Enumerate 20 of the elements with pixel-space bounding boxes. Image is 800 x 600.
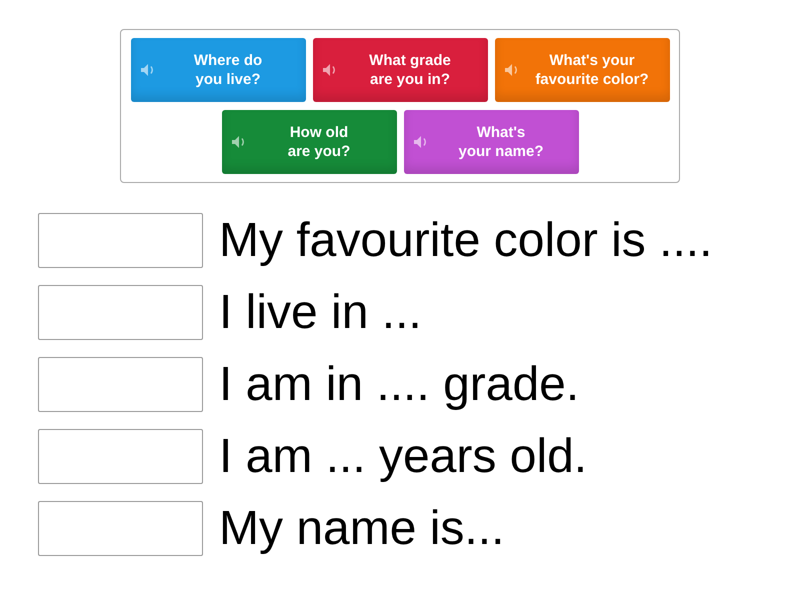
sentence-text: I am ... years old. xyxy=(219,429,588,484)
answer-box[interactable] xyxy=(38,213,203,268)
question-tile[interactable]: Where do you live? xyxy=(130,38,306,102)
answer-box[interactable] xyxy=(38,357,203,412)
answer-box[interactable] xyxy=(38,501,203,556)
question-tile[interactable]: What's your name? xyxy=(404,110,578,174)
speaker-icon[interactable] xyxy=(322,64,336,76)
sentence-text: I am in .... grade. xyxy=(219,357,580,412)
speaker-icon[interactable] xyxy=(504,64,518,76)
question-tile[interactable]: How old are you? xyxy=(222,110,396,174)
answer-box[interactable] xyxy=(38,285,203,340)
speaker-icon[interactable] xyxy=(232,136,246,148)
sentence-text: My name is... xyxy=(219,501,504,556)
question-tile[interactable]: What's your favourite color? xyxy=(494,38,670,102)
question-tile[interactable]: What grade are you in? xyxy=(312,38,488,102)
sentence-text: I live in ... xyxy=(219,285,422,340)
sentence-text: My favourite color is .... xyxy=(219,213,712,268)
speaker-icon[interactable] xyxy=(140,64,154,76)
answer-box[interactable] xyxy=(38,429,203,484)
speaker-icon[interactable] xyxy=(414,136,428,148)
